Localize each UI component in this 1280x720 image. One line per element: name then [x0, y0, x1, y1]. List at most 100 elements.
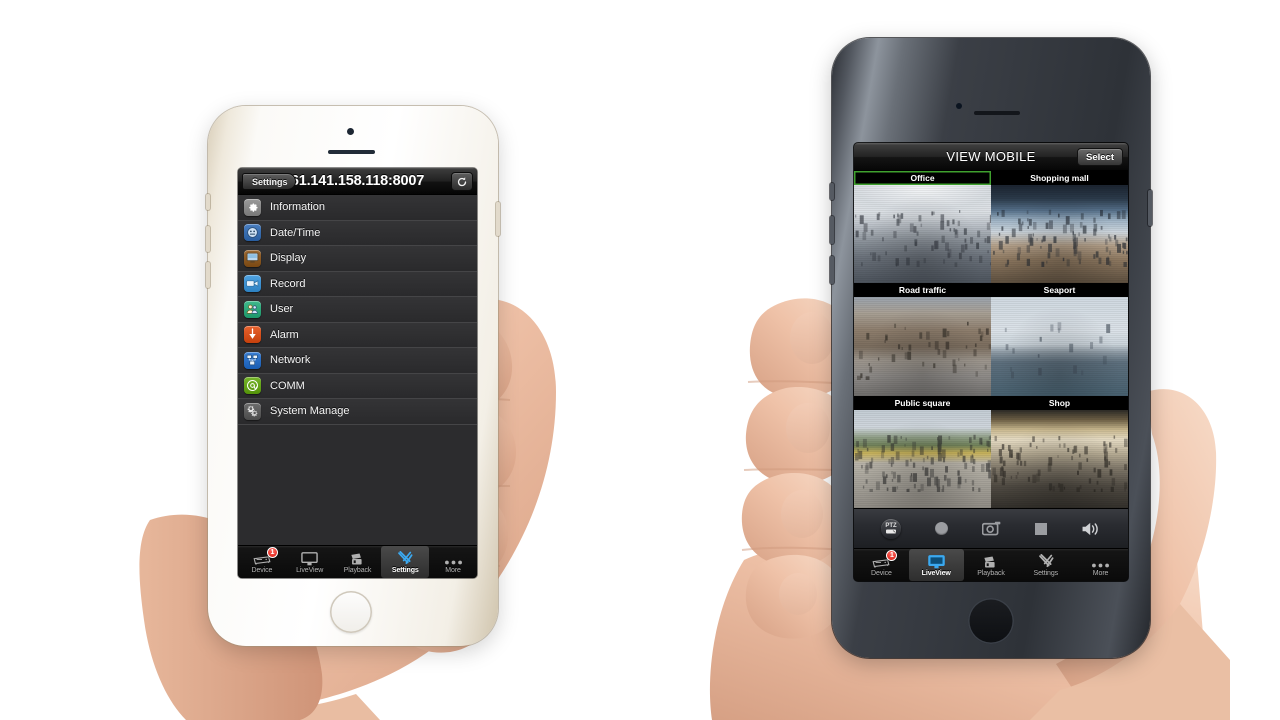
gear-icon	[244, 198, 261, 216]
tab-more[interactable]: More	[1073, 549, 1128, 581]
camera-label: Seaport	[991, 283, 1128, 298]
right-tab-bar[interactable]: 1 Device LiveView Playback Settings More	[854, 548, 1128, 581]
select-button[interactable]: Select	[1077, 148, 1123, 166]
film-icon	[983, 554, 998, 569]
settings-row-label: User	[270, 303, 294, 316]
camera-cell-office[interactable]: Office	[854, 171, 991, 284]
camera-label: Shop	[991, 395, 1128, 410]
camera-cell-seaport[interactable]: Seaport	[991, 283, 1128, 396]
camera-cell-shop[interactable]: Shop	[991, 395, 1128, 508]
tools-icon	[397, 550, 413, 566]
settings-list[interactable]: Information Date/Time Display Record User Ala…	[238, 195, 477, 545]
camcorder-icon	[244, 275, 261, 293]
back-button[interactable]: Settings	[242, 173, 296, 190]
tab-label: Playback	[343, 566, 372, 574]
mute-switch[interactable]	[830, 183, 834, 200]
refresh-icon	[457, 176, 467, 186]
home-button[interactable]	[330, 591, 372, 633]
tools-icon	[1038, 553, 1054, 569]
stop-button[interactable]	[1035, 522, 1047, 535]
tab-settings[interactable]: Settings	[381, 546, 430, 578]
volume-down-button[interactable]	[830, 256, 834, 284]
left-phone-bezel: Settings 61.141.158.118:8007 Information…	[238, 168, 477, 578]
power-button[interactable]	[1148, 190, 1152, 226]
speaker-button[interactable]	[1081, 521, 1101, 537]
camera-cell-road-traffic[interactable]: Road traffic	[854, 283, 991, 396]
settings-row-user[interactable]: User	[238, 297, 477, 323]
camera-video-feed[interactable]	[991, 409, 1128, 508]
liveview-nav-bar: VIEW MOBILE Select	[854, 143, 1128, 171]
settings-row-date-time[interactable]: Date/Time	[238, 220, 477, 246]
monitor-icon	[927, 554, 945, 569]
monitor-icon	[301, 551, 318, 566]
settings-row-label: Display	[270, 252, 307, 265]
settings-row-label: Record	[270, 277, 306, 290]
camera-video-feed[interactable]	[991, 297, 1128, 396]
speaker-icon	[1082, 522, 1098, 535]
settings-row-label: Alarm	[270, 328, 299, 341]
tab-label: Device	[251, 566, 273, 574]
volume-up-button[interactable]	[206, 226, 210, 252]
dvr-icon: 1	[253, 546, 278, 566]
settings-row-label: Network	[270, 354, 311, 367]
system-gears-icon	[244, 402, 261, 420]
settings-row-alarm[interactable]: Alarm	[238, 322, 477, 348]
tab-device[interactable]: 1 Device	[854, 549, 909, 581]
camera-cell-public-square[interactable]: Public square	[854, 395, 991, 508]
refresh-button[interactable]	[451, 172, 473, 191]
display-icon	[244, 249, 261, 267]
camera-label: Office	[854, 171, 991, 185]
camera-label: Shopping mall	[991, 171, 1128, 185]
settings-row-system-manage[interactable]: System Manage	[238, 399, 477, 425]
settings-row-label: System Manage	[270, 405, 350, 418]
camera-video-feed[interactable]	[854, 409, 991, 508]
earpiece-speaker-icon	[328, 150, 375, 154]
liveview-title: VIEW MOBILE	[946, 149, 1036, 164]
snapshot-button[interactable]	[982, 521, 1001, 536]
tab-settings[interactable]: Settings	[1018, 549, 1073, 581]
record-button[interactable]	[935, 522, 948, 535]
tab-device[interactable]: 1 Device	[238, 546, 286, 578]
front-camera-icon	[956, 103, 962, 109]
liveview-control-bar[interactable]: PTZ	[854, 508, 1128, 548]
film-icon	[350, 551, 365, 566]
camera-video-feed[interactable]	[991, 185, 1128, 284]
select-button-label: Select	[1086, 151, 1114, 163]
camera-cell-shopping-mall[interactable]: Shopping mall	[991, 171, 1128, 284]
camera-video-feed[interactable]	[854, 185, 991, 284]
tab-liveview[interactable]: LiveView	[286, 546, 334, 578]
settings-row-comm[interactable]: COMM	[238, 373, 477, 399]
tab-label: More	[445, 566, 461, 574]
settings-row-label: Date/Time	[270, 226, 321, 239]
mute-switch[interactable]	[206, 194, 210, 210]
front-camera-icon	[347, 128, 354, 135]
home-button[interactable]	[968, 598, 1014, 644]
volume-up-button[interactable]	[830, 216, 834, 244]
settings-row-record[interactable]: Record	[238, 271, 477, 297]
tab-label: Settings	[1033, 569, 1059, 577]
tab-more[interactable]: More	[429, 546, 477, 578]
settings-row-information[interactable]: Information	[238, 195, 477, 221]
tab-playback[interactable]: Playback	[334, 546, 382, 578]
left-tab-bar[interactable]: 1 Device LiveView Playback Settings More	[238, 545, 477, 578]
tab-liveview[interactable]: LiveView	[908, 549, 964, 581]
page-title: 61.141.158.118:8007	[290, 173, 425, 189]
volume-down-button[interactable]	[206, 262, 210, 288]
settings-row-display[interactable]: Display	[238, 246, 477, 272]
network-icon	[244, 351, 261, 369]
ellipsis-icon	[444, 551, 463, 566]
ptz-button[interactable]: PTZ	[881, 518, 901, 539]
left-phone-screen: Settings 61.141.158.118:8007 Information…	[238, 168, 477, 578]
settings-row-label: Information	[270, 201, 326, 214]
tab-label: More	[1092, 569, 1109, 577]
stop-icon	[1035, 522, 1047, 535]
right-phone-screen: VIEW MOBILE Select Office Shopping mall Ro…	[854, 143, 1128, 581]
camera-grid[interactable]: Office Shopping mall Road traffic Seaport Pu…	[854, 171, 1128, 508]
power-button[interactable]	[496, 202, 500, 236]
back-button-label: Settings	[252, 176, 288, 187]
tab-playback[interactable]: Playback	[964, 549, 1019, 581]
camera-label: Road traffic	[854, 283, 991, 298]
camera-video-feed[interactable]	[854, 297, 991, 396]
users-icon	[244, 300, 261, 318]
settings-row-network[interactable]: Network	[238, 348, 477, 374]
